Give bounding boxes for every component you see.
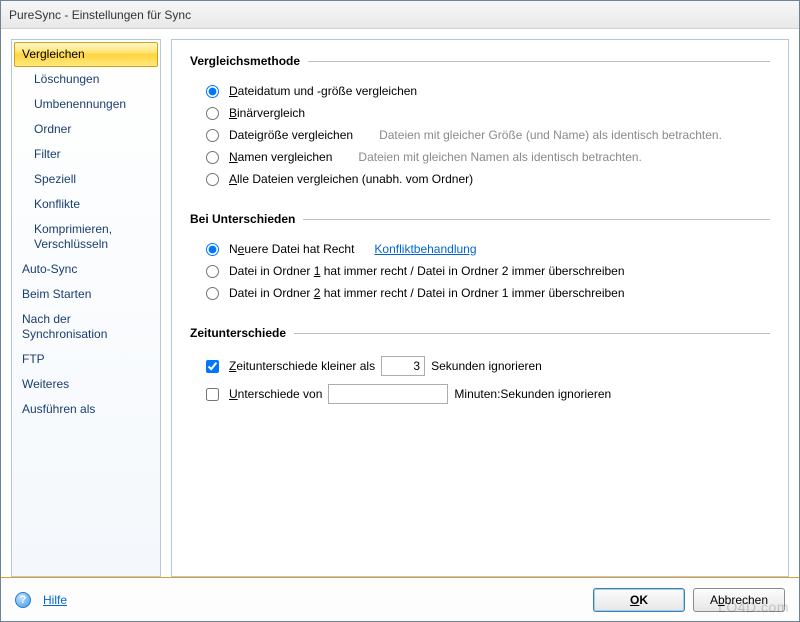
divider [303,219,770,220]
method-desc-3: Dateien mit gleichen Namen als identisch… [358,150,642,164]
sidebar-item-3[interactable]: Ordner [14,117,158,142]
sidebar-item-9[interactable]: Beim Starten [14,282,158,307]
time-threshold-row: Zeitunterschiede kleiner als Sekunden ig… [190,352,770,380]
sidebar-item-7[interactable]: Komprimieren, Verschlüsseln [14,217,158,257]
group-time-difference: Zeitunterschiede Zeitunterschiede kleine… [190,326,770,408]
sidebar-item-2[interactable]: Umbenennungen [14,92,158,117]
time-threshold-input[interactable] [381,356,425,376]
titlebar: PureSync - Einstellungen für Sync [1,1,799,29]
sidebar-item-0[interactable]: Vergleichen [14,42,158,67]
method-label-2[interactable]: Dateigröße vergleichen [229,128,353,142]
method-radio-1[interactable] [206,107,219,120]
group-title-text: Vergleichsmethode [190,54,300,68]
method-option-row: Binärvergleich [190,102,770,124]
sidebar-item-13[interactable]: Ausführen als [14,397,158,422]
method-radio-2[interactable] [206,129,219,142]
sidebar-item-11[interactable]: FTP [14,347,158,372]
diff-option-row: Datei in Ordner 2 hat immer recht / Date… [190,282,770,304]
time-offset-row: Unterschiede von Minuten:Sekunden ignori… [190,380,770,408]
sidebar-item-12[interactable]: Weiteres [14,372,158,397]
sidebar: VergleichenLöschungenUmbenennungenOrdner… [11,39,161,577]
settings-window: PureSync - Einstellungen für Sync Vergle… [0,0,800,622]
help-link[interactable]: Hilfe [43,593,67,607]
method-label-3[interactable]: Namen vergleichen [229,150,332,164]
method-option-row: Alle Dateien vergleichen (unabh. vom Ord… [190,168,770,190]
diff-label-2[interactable]: Datei in Ordner 2 hat immer recht / Date… [229,286,625,300]
sidebar-item-1[interactable]: Löschungen [14,67,158,92]
footer: ? Hilfe OK Abbrechen [1,577,799,621]
method-desc-2: Dateien mit gleicher Größe (und Name) al… [379,128,722,142]
method-label-1[interactable]: Binärvergleich [229,106,305,120]
method-radio-4[interactable] [206,173,219,186]
diff-radio-2[interactable] [206,287,219,300]
time-offset-suffix: Minuten:Sekunden ignorieren [454,387,611,401]
window-title: PureSync - Einstellungen für Sync [9,8,191,22]
time-offset-label[interactable]: Unterschiede von [229,387,322,401]
method-radio-3[interactable] [206,151,219,164]
body: VergleichenLöschungenUmbenennungenOrdner… [1,29,799,577]
time-offset-checkbox[interactable] [206,388,219,401]
method-option-row: Dateidatum und -größe vergleichen [190,80,770,102]
group-title: Vergleichsmethode [190,54,770,68]
divider [308,61,770,62]
group-title-text: Zeitunterschiede [190,326,286,340]
group-title-text: Bei Unterschieden [190,212,295,226]
time-threshold-checkbox[interactable] [206,360,219,373]
diff-label-0[interactable]: Neuere Datei hat Recht [229,242,354,256]
diff-option-row: Neuere Datei hat Recht Konfliktbehandlung [190,238,770,260]
cancel-button[interactable]: Abbrechen [693,588,785,612]
sidebar-item-8[interactable]: Auto-Sync [14,257,158,282]
diff-label-1[interactable]: Datei in Ordner 1 hat immer recht / Date… [229,264,625,278]
time-threshold-suffix: Sekunden ignorieren [431,359,542,373]
conflict-handling-link[interactable]: Konfliktbehandlung [374,242,476,256]
sidebar-item-6[interactable]: Konflikte [14,192,158,217]
method-label-4[interactable]: Alle Dateien vergleichen (unabh. vom Ord… [229,172,473,186]
method-option-row: Dateigröße vergleichen Dateien mit gleich… [190,124,770,146]
method-radio-0[interactable] [206,85,219,98]
method-option-row: Namen vergleichen Dateien mit gleichen Na… [190,146,770,168]
divider [294,333,770,334]
group-title: Zeitunterschiede [190,326,770,340]
content-panel: Vergleichsmethode Dateidatum und -größe … [171,39,789,577]
diff-radio-1[interactable] [206,265,219,278]
ok-button[interactable]: OK [593,588,685,612]
diff-radio-0[interactable] [206,243,219,256]
sidebar-item-10[interactable]: Nach der Synchronisation [14,307,158,347]
time-offset-input[interactable] [328,384,448,404]
sidebar-item-4[interactable]: Filter [14,142,158,167]
diff-option-row: Datei in Ordner 1 hat immer recht / Date… [190,260,770,282]
group-title: Bei Unterschieden [190,212,770,226]
sidebar-item-5[interactable]: Speziell [14,167,158,192]
group-compare-method: Vergleichsmethode Dateidatum und -größe … [190,54,770,190]
group-on-difference: Bei Unterschieden Neuere Datei hat Recht… [190,212,770,304]
method-label-0[interactable]: Dateidatum und -größe vergleichen [229,84,417,98]
time-threshold-label[interactable]: Zeitunterschiede kleiner als [229,359,375,373]
help-icon: ? [15,592,31,608]
